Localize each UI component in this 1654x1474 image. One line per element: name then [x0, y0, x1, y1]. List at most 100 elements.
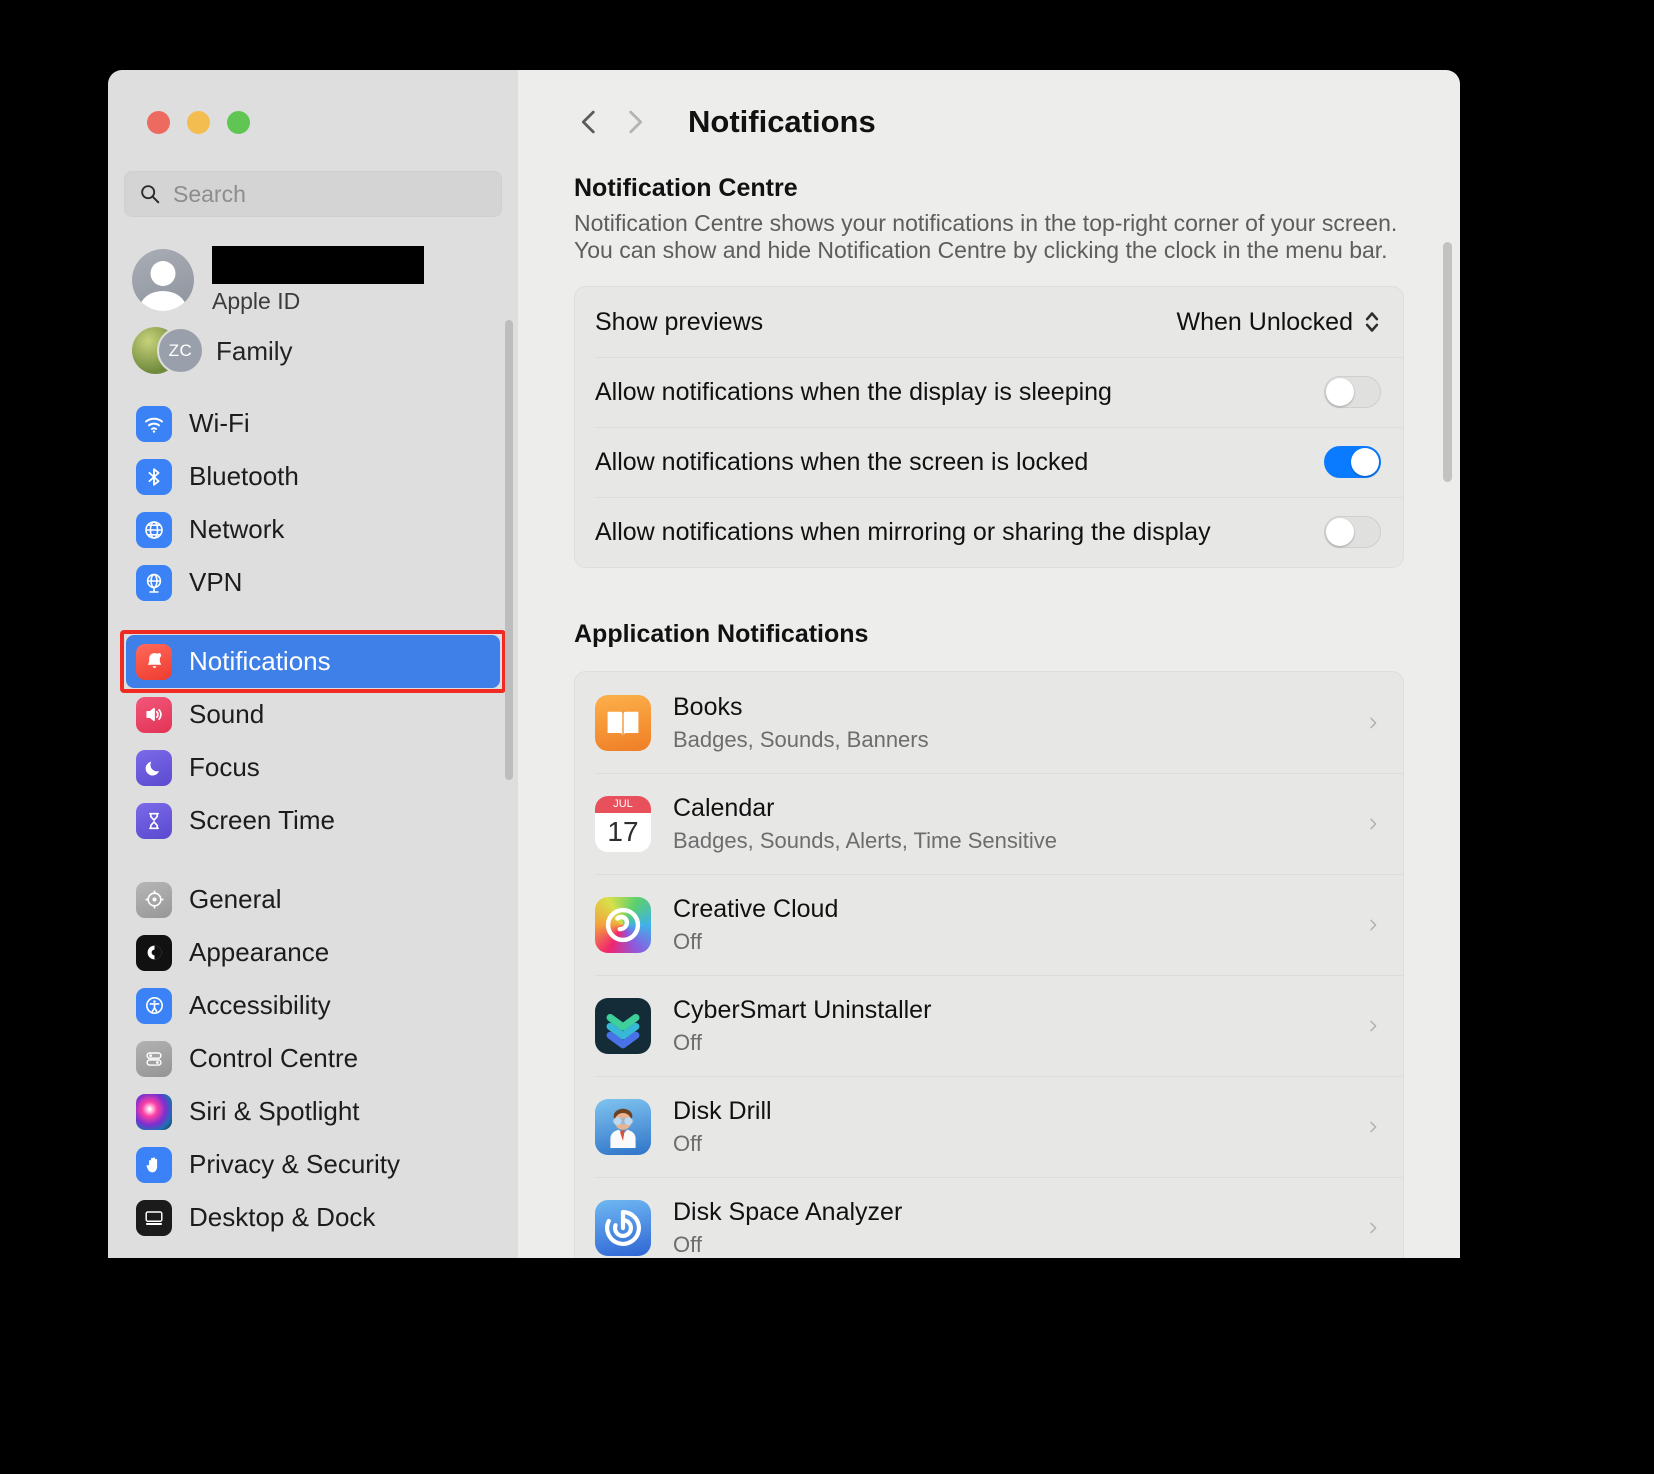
books-app-icon: [595, 694, 651, 751]
back-button[interactable]: [566, 99, 612, 145]
apple-id-text: Apple ID: [212, 245, 424, 315]
zoom-button[interactable]: [227, 111, 250, 134]
sidebar-item-focus[interactable]: Focus: [126, 741, 500, 794]
sidebar-item-accessibility[interactable]: Accessibility: [126, 979, 500, 1032]
detail-pane: Notifications Notification Centre Notifi…: [518, 70, 1460, 1258]
calendar-app-icon: JUL 17: [595, 795, 651, 852]
app-row-books[interactable]: Books Badges, Sounds, Banners: [575, 672, 1403, 773]
toggle-knob: [1351, 448, 1379, 477]
sidebar-item-label: Bluetooth: [189, 461, 299, 491]
toggle-screen-locked[interactable]: [1324, 446, 1381, 479]
chevron-right-icon[interactable]: [1365, 709, 1381, 737]
search-input[interactable]: [173, 180, 487, 208]
toggle-knob: [1326, 518, 1354, 547]
app-text: Creative Cloud Off: [673, 895, 1365, 955]
search-icon: [139, 183, 161, 205]
sidebar-item-label: Network: [189, 514, 285, 544]
sidebar-item-label: Appearance: [189, 937, 330, 967]
sidebar-item-network[interactable]: Network: [126, 503, 500, 556]
sidebar-item-label: VPN: [189, 567, 243, 597]
chevron-right-icon[interactable]: [1365, 1214, 1381, 1242]
sidebar-group-connectivity: Wi-Fi Bluetooth Network VPN: [126, 397, 500, 609]
sidebar-item-control-centre[interactable]: Control Centre: [126, 1032, 500, 1085]
app-status: Off: [673, 1029, 702, 1055]
account-name-redacted: [212, 245, 424, 284]
sidebar-item-label: Screen Time: [189, 805, 335, 835]
sidebar-item-screen-time[interactable]: Screen Time: [126, 794, 500, 847]
forward-button[interactable]: [612, 99, 658, 145]
app-name: Disk Drill: [673, 1096, 772, 1125]
app-name: CyberSmart Uninstaller: [673, 995, 932, 1024]
app-row-disk-drill[interactable]: Disk Drill Off: [575, 1076, 1403, 1177]
row-label: Allow notifications when the screen is l…: [595, 447, 1089, 476]
toggle-display-sleeping[interactable]: [1324, 376, 1381, 409]
accessibility-icon: [136, 987, 172, 1024]
hand-icon: [136, 1146, 172, 1183]
sidebar-item-general[interactable]: General: [126, 873, 500, 926]
toggle-knob: [1326, 378, 1354, 407]
sidebar-item-label: Notifications: [189, 646, 331, 676]
wifi-icon: [136, 405, 172, 442]
sidebar-item-siri-spotlight[interactable]: Siri & Spotlight: [126, 1085, 500, 1138]
notification-centre-heading: Notification Centre: [574, 174, 798, 202]
detail-scrollbar[interactable]: [1443, 242, 1452, 482]
sidebar-item-label: Control Centre: [189, 1043, 359, 1073]
sidebar: Apple ID ZC Family: [108, 70, 518, 1258]
close-button[interactable]: [147, 111, 170, 134]
row-show-previews[interactable]: Show previews When Unlocked: [575, 287, 1403, 357]
chevron-up-down-icon[interactable]: [1363, 305, 1381, 339]
sidebar-item-appearance[interactable]: Appearance: [126, 926, 500, 979]
sidebar-item-desktop-dock[interactable]: Desktop & Dock: [126, 1191, 500, 1244]
system-settings-window: Apple ID ZC Family: [108, 70, 1460, 1258]
sidebar-item-label: Focus: [189, 752, 260, 782]
minimize-button[interactable]: [187, 111, 210, 134]
network-globe-icon: [136, 511, 172, 548]
app-text: CyberSmart Uninstaller Off: [673, 996, 1365, 1056]
detail-content: Notification Centre Notification Centre …: [518, 174, 1460, 1258]
row-label: Allow notifications when the display is …: [595, 377, 1112, 406]
sidebar-scrollbar[interactable]: [505, 320, 513, 780]
sidebar-item-notifications[interactable]: Notifications: [120, 630, 506, 693]
sidebar-group-system: General Appearance Accessibility Control…: [126, 873, 500, 1244]
gear-icon: [136, 881, 172, 918]
window-traffic-lights: [108, 70, 518, 134]
app-text: Disk Space Analyzer Off: [673, 1198, 1365, 1258]
app-text: Calendar Badges, Sounds, Alerts, Time Se…: [673, 794, 1365, 854]
detail-toolbar: Notifications: [518, 70, 1460, 174]
sidebar-item-bluetooth[interactable]: Bluetooth: [126, 450, 500, 503]
app-row-calendar[interactable]: JUL 17 Calendar Badges, Sounds, Alerts, …: [575, 773, 1403, 874]
row-label: Show previews: [595, 307, 764, 336]
accounts-section: Apple ID ZC Family: [108, 243, 518, 383]
appearance-contrast-icon: [136, 934, 172, 971]
cybersmart-app-icon: [595, 997, 651, 1054]
disk-space-analyzer-app-icon: [595, 1199, 651, 1256]
toggle-mirroring-sharing[interactable]: [1324, 516, 1381, 549]
sidebar-item-label: General: [189, 884, 282, 914]
app-text: Disk Drill Off: [673, 1097, 1365, 1157]
search-field[interactable]: [124, 171, 502, 217]
chevron-right-icon[interactable]: [1365, 810, 1381, 838]
sidebar-item-wifi[interactable]: Wi-Fi: [126, 397, 500, 450]
sidebar-item-privacy-security[interactable]: Privacy & Security: [126, 1138, 500, 1191]
row-allow-mirroring[interactable]: Allow notifications when mirroring or sh…: [575, 497, 1403, 567]
hourglass-icon: [136, 802, 172, 839]
sidebar-item-sound[interactable]: Sound: [126, 688, 500, 741]
chevron-right-icon[interactable]: [1365, 1113, 1381, 1141]
chevron-right-icon[interactable]: [1365, 911, 1381, 939]
family-avatar-initials: ZC: [157, 327, 204, 374]
chevron-right-icon[interactable]: [1365, 1012, 1381, 1040]
app-status: Off: [673, 1130, 702, 1156]
app-row-cybersmart-uninstaller[interactable]: CyberSmart Uninstaller Off: [575, 975, 1403, 1076]
family-row[interactable]: ZC Family: [126, 319, 500, 383]
sidebar-item-vpn[interactable]: VPN: [126, 556, 500, 609]
row-allow-display-sleeping[interactable]: Allow notifications when the display is …: [575, 357, 1403, 427]
app-row-creative-cloud[interactable]: Creative Cloud Off: [575, 874, 1403, 975]
apple-id-row[interactable]: Apple ID: [126, 243, 500, 317]
row-allow-screen-locked[interactable]: Allow notifications when the screen is l…: [575, 427, 1403, 497]
creative-cloud-app-icon: [595, 896, 651, 953]
app-name: Disk Space Analyzer: [673, 1197, 903, 1226]
calendar-day: 17: [607, 816, 639, 848]
app-row-disk-space-analyzer[interactable]: Disk Space Analyzer Off: [575, 1177, 1403, 1258]
control-centre-icon: [136, 1040, 172, 1077]
notification-centre-card: Show previews When Unlocked Allow notifi…: [574, 286, 1404, 569]
